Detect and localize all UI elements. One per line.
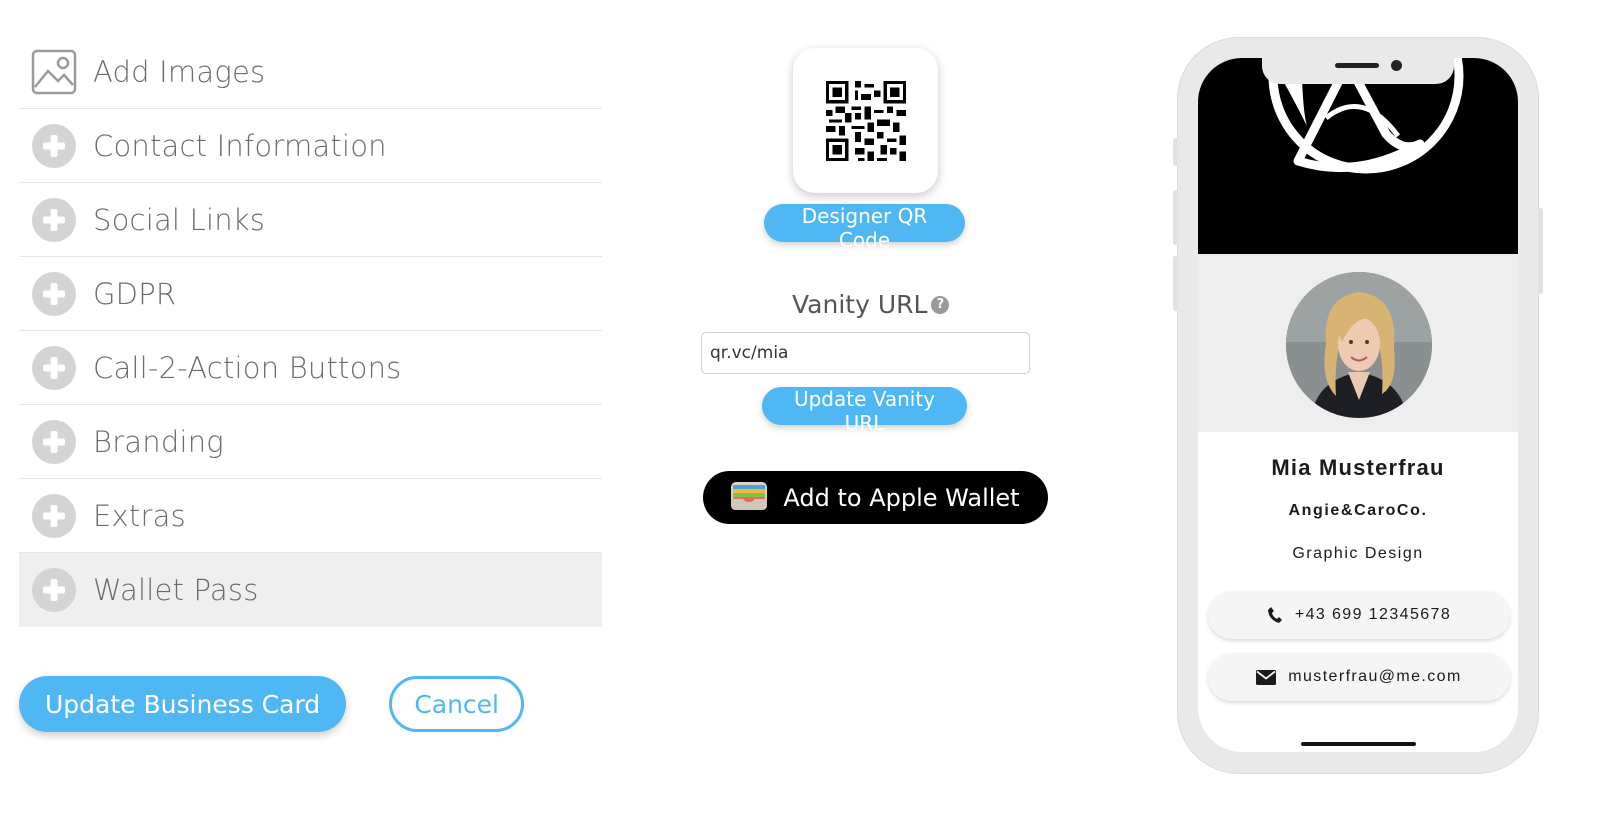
phone-speaker: [1335, 63, 1379, 68]
update-vanity-url-button[interactable]: Update Vanity URL: [762, 387, 967, 435]
editor-section-menu: Add Images Contact Information Social Li…: [19, 35, 602, 627]
vanity-url-label-text: Vanity URL: [792, 290, 928, 319]
plus-circle-icon: [31, 271, 77, 317]
menu-item-extras[interactable]: Extras: [19, 479, 602, 553]
menu-item-label: GDPR: [93, 276, 177, 311]
menu-item-social-links[interactable]: Social Links: [19, 183, 602, 257]
card-email-address: musterfrau@me.com: [1288, 668, 1462, 685]
avatar: [1286, 272, 1432, 418]
envelope-icon: [1256, 669, 1277, 685]
help-icon[interactable]: ?: [931, 295, 950, 314]
menu-item-gdpr[interactable]: GDPR: [19, 257, 602, 331]
menu-item-call-2-action-buttons[interactable]: Call-2-Action Buttons: [19, 331, 602, 405]
menu-item-label: Social Links: [93, 202, 266, 237]
cancel-button[interactable]: Cancel: [389, 676, 525, 732]
phone-volume-up: [1173, 190, 1178, 245]
menu-item-label: Branding: [93, 424, 224, 459]
menu-item-label: Extras: [93, 498, 186, 533]
plus-circle-icon: [31, 419, 77, 465]
phone-home-indicator: [1301, 742, 1416, 746]
menu-item-branding[interactable]: Branding: [19, 405, 602, 479]
card-banner-image: [1198, 58, 1518, 254]
business-card-preview: Mia Musterfrau Angie&CaroCo. Graphic Des…: [1198, 58, 1518, 752]
plus-circle-icon: [31, 493, 77, 539]
card-email-button[interactable]: musterfrau@me.com: [1208, 653, 1510, 701]
phone-power-button: [1538, 208, 1543, 294]
plus-circle-icon: [31, 197, 77, 243]
menu-item-label: Call-2-Action Buttons: [93, 350, 402, 385]
qr-code-icon: [825, 80, 906, 161]
plus-circle-icon: [31, 123, 77, 169]
menu-item-wallet-pass[interactable]: Wallet Pass: [19, 553, 602, 627]
image-icon: [31, 49, 77, 95]
qr-code-preview[interactable]: [793, 48, 938, 193]
menu-item-label: Wallet Pass: [93, 573, 259, 607]
plus-circle-icon: [31, 345, 77, 391]
form-actions: Update Business Card Cancel: [19, 676, 525, 732]
menu-item-label: Contact Information: [93, 128, 387, 163]
update-business-card-button[interactable]: Update Business Card: [19, 676, 347, 732]
menu-item-label: Add Images: [93, 54, 266, 89]
brand-logo: [1268, 58, 1464, 174]
vanity-url-label: Vanity URL ?: [792, 290, 950, 319]
designer-qr-code-button[interactable]: Designer QR Code: [764, 204, 965, 252]
plus-circle-icon: [31, 567, 77, 613]
card-job-title: Graphic Design: [1292, 545, 1424, 562]
add-to-apple-wallet-button[interactable]: Add to Apple Wallet: [703, 471, 1048, 524]
wallet-button-label: Add to Apple Wallet: [783, 483, 1020, 512]
menu-item-contact-information[interactable]: Contact Information: [19, 109, 602, 183]
vanity-url-input[interactable]: [701, 332, 1030, 374]
card-person-name: Mia Musterfrau: [1271, 455, 1445, 480]
phone-camera: [1391, 60, 1402, 71]
wallet-icon: [731, 481, 768, 514]
phone-mute-switch: [1173, 138, 1178, 166]
card-phone-button[interactable]: +43 699 12345678: [1208, 591, 1510, 639]
profile-photo-band: [1198, 254, 1518, 432]
card-phone-number: +43 699 12345678: [1294, 606, 1452, 623]
menu-item-add-images[interactable]: Add Images: [19, 35, 602, 109]
card-company-name: Angie&CaroCo.: [1288, 502, 1428, 519]
phone-volume-down: [1173, 256, 1178, 311]
phone-notch: [1262, 58, 1454, 84]
phone-icon: [1267, 606, 1283, 624]
